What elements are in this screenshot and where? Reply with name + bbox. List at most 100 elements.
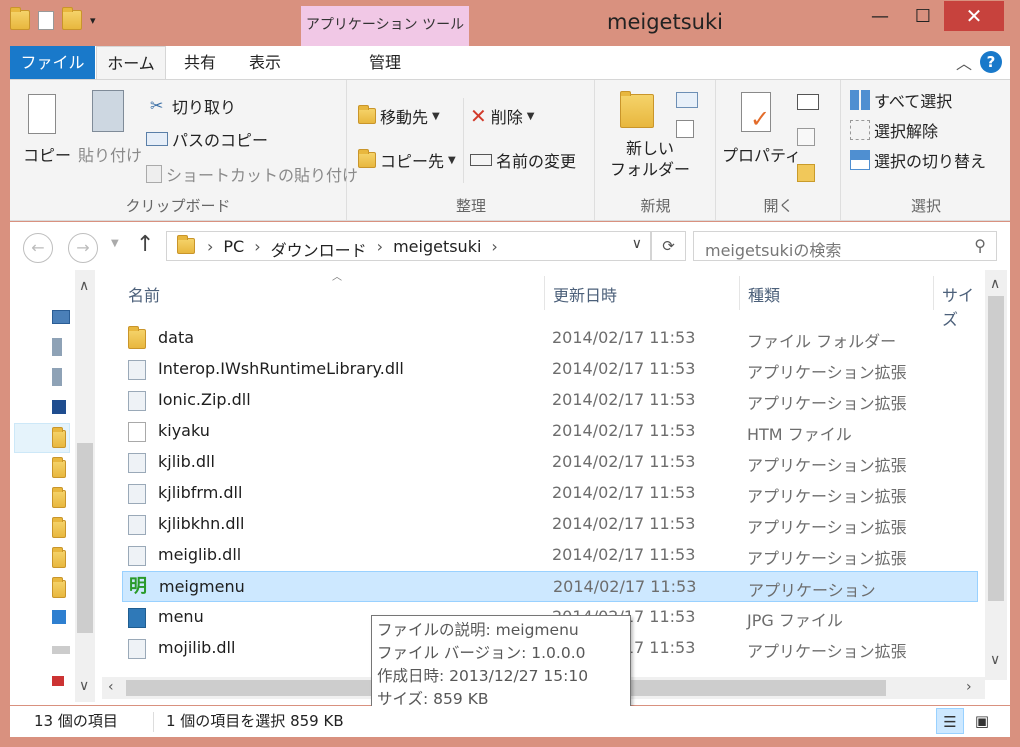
file-row[interactable]: kjlibfrm.dll 2014/02/17 11:53 アプリケーション拡張: [122, 478, 978, 509]
file-row[interactable]: kjlibkhn.dll 2014/02/17 11:53 アプリケーション拡張: [122, 509, 978, 540]
column-divider[interactable]: [933, 276, 934, 310]
forward-button[interactable]: →: [68, 233, 98, 263]
scroll-up-icon[interactable]: ∧: [990, 276, 1000, 292]
scroll-down-icon[interactable]: ∨: [990, 652, 1000, 668]
easy-access-icon[interactable]: [676, 120, 694, 138]
breadcrumb-downloads[interactable]: ダウンロード: [271, 237, 367, 261]
collapse-ribbon-icon[interactable]: ︿: [956, 50, 972, 74]
file-name: mojilib.dll: [158, 638, 236, 657]
history-icon[interactable]: [797, 164, 815, 182]
up-button[interactable]: ↑: [136, 232, 154, 257]
nav-scrollbar-thumb[interactable]: [77, 443, 93, 633]
paste-icon: [92, 90, 124, 132]
rename-icon: [470, 154, 492, 166]
file-row[interactable]: data 2014/02/17 11:53 ファイル フォルダー: [122, 323, 978, 354]
breadcrumb-pc[interactable]: PC: [223, 237, 244, 261]
scroll-left-icon[interactable]: ‹: [108, 679, 114, 695]
tooltip-description: ファイルの説明: meigmenu: [377, 621, 579, 639]
paste-shortcut-button[interactable]: ショートカットの貼り付け: [146, 162, 358, 186]
edit-icon[interactable]: [797, 128, 815, 146]
paste-button[interactable]: 貼り付け: [78, 142, 142, 166]
nav-documents-icon[interactable]: [52, 487, 66, 508]
file-row[interactable]: Ionic.Zip.dll 2014/02/17 11:53 アプリケーション拡張: [122, 385, 978, 416]
nav-folder-icon[interactable]: [52, 457, 66, 478]
nav-windows-icon[interactable]: [52, 610, 66, 624]
properties-button[interactable]: プロパティ: [722, 142, 801, 166]
nav-music-icon[interactable]: [52, 577, 66, 598]
scroll-up-icon[interactable]: ∧: [79, 278, 89, 294]
minimize-button[interactable]: —: [858, 0, 902, 32]
tab-share[interactable]: 共有: [170, 46, 230, 79]
large-icons-view-button[interactable]: ▣: [968, 708, 996, 734]
file-row[interactable]: Interop.IWshRuntimeLibrary.dll 2014/02/17…: [122, 354, 978, 385]
copy-to-button[interactable]: コピー先 ▼: [358, 148, 456, 172]
refresh-button[interactable]: ⟳: [651, 231, 686, 261]
address-bar[interactable]: › PC › ダウンロード › meigetsuki › ∨: [166, 231, 651, 261]
column-header-date[interactable]: 更新日時: [553, 282, 617, 306]
address-dropdown-icon[interactable]: ∨: [632, 236, 642, 252]
status-bar: 13 個の項目 1 個の項目を選択 859 KB ☰ ▣: [10, 706, 1010, 737]
select-none-icon: [850, 120, 870, 140]
invert-selection-button[interactable]: 選択の切り替え: [850, 148, 986, 172]
nav-drive-icon[interactable]: [52, 368, 62, 386]
new-folder-qat-icon[interactable]: [62, 7, 82, 30]
nav-scrollbar[interactable]: ∧ ∨: [75, 270, 95, 702]
close-button[interactable]: ✕: [944, 1, 1004, 31]
dll-icon: [128, 546, 146, 566]
search-box[interactable]: meigetsukiの検索 ⚲: [693, 231, 997, 261]
nav-pictures-icon[interactable]: [52, 517, 66, 538]
open-icon[interactable]: [797, 94, 819, 110]
column-divider[interactable]: [544, 276, 545, 310]
scroll-right-icon[interactable]: ›: [966, 679, 972, 695]
navigation-pane[interactable]: ∧ ∨: [10, 270, 97, 705]
select-all-button[interactable]: すべて選択: [850, 88, 952, 112]
file-name: Interop.IWshRuntimeLibrary.dll: [158, 359, 404, 378]
nav-videos-icon[interactable]: [52, 547, 66, 568]
properties-qat-icon[interactable]: [38, 10, 54, 30]
delete-button[interactable]: ✕ 削除 ▼: [470, 104, 534, 128]
paste-shortcut-label: ショートカットの貼り付け: [166, 166, 359, 185]
nav-desktop-icon[interactable]: [52, 400, 66, 414]
cut-button[interactable]: ✂ 切り取り: [150, 94, 236, 118]
copy-button[interactable]: コピー: [23, 142, 71, 166]
maximize-button[interactable]: ☐: [902, 0, 944, 32]
tab-file[interactable]: ファイル: [10, 46, 95, 79]
app-icon: 明: [129, 576, 147, 597]
column-header-type[interactable]: 種類: [748, 282, 780, 306]
details-view-button[interactable]: ☰: [936, 708, 964, 734]
select-none-button[interactable]: 選択解除: [850, 118, 938, 142]
tab-view[interactable]: 表示: [235, 46, 295, 79]
nav-drive-icon[interactable]: [52, 676, 64, 686]
search-input[interactable]: meigetsukiの検索: [705, 237, 841, 261]
breadcrumb-meigetsuki[interactable]: meigetsuki: [393, 237, 481, 261]
nav-drive-icon[interactable]: [52, 338, 62, 356]
file-name: kjlibkhn.dll: [158, 514, 245, 533]
vertical-scrollbar-thumb[interactable]: [988, 296, 1004, 601]
file-list-vertical-scrollbar[interactable]: ∧ ∨: [985, 270, 1007, 680]
file-row[interactable]: meiglib.dll 2014/02/17 11:53 アプリケーション拡張: [122, 540, 978, 571]
breadcrumb-separator: ›: [376, 237, 384, 256]
select-all-label: すべて選択: [874, 92, 953, 111]
tab-home[interactable]: ホーム: [96, 46, 166, 79]
nav-drive-icon[interactable]: [52, 646, 70, 654]
move-to-button[interactable]: 移動先 ▼: [358, 104, 440, 128]
new-item-icon[interactable]: [676, 92, 698, 108]
file-row[interactable]: kjlib.dll 2014/02/17 11:53 アプリケーション拡張: [122, 447, 978, 478]
file-row[interactable]: kiyaku 2014/02/17 11:53 HTM ファイル: [122, 416, 978, 447]
column-divider[interactable]: [739, 276, 740, 310]
recent-locations-icon[interactable]: ▼: [111, 238, 119, 249]
scroll-down-icon[interactable]: ∨: [79, 678, 89, 694]
help-icon[interactable]: ?: [980, 51, 1002, 73]
rename-button[interactable]: 名前の変更: [470, 148, 576, 172]
back-button[interactable]: ←: [23, 233, 53, 263]
customize-qat-icon[interactable]: ▾: [90, 14, 96, 27]
tab-manage[interactable]: 管理: [301, 46, 469, 79]
file-name: meigmenu: [159, 577, 245, 596]
new-folder-button[interactable]: 新しい フォルダー: [610, 138, 690, 180]
nav-downloads-icon[interactable]: [52, 427, 66, 448]
nav-network-icon[interactable]: [52, 310, 70, 324]
file-row[interactable]: 明 meigmenu 2014/02/17 11:53 アプリケーション: [122, 571, 978, 602]
copy-path-button[interactable]: パスのコピー: [146, 127, 268, 151]
select-none-label: 選択解除: [874, 122, 939, 141]
column-header-name[interactable]: 名前: [128, 282, 160, 306]
